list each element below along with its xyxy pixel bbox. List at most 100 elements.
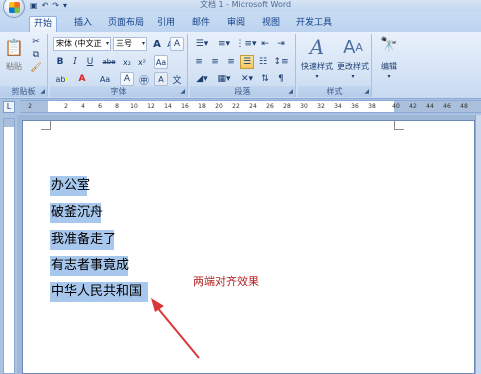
copy-icon[interactable]: ⧉ (30, 49, 42, 61)
multilevel-list-icon[interactable]: ⋮≡▾ (235, 37, 256, 51)
ruler-tick: 2 (64, 103, 68, 110)
ruler-left-margin (20, 101, 48, 112)
enclose-char-icon[interactable]: ㊥ (137, 72, 151, 87)
highlight-icon[interactable]: ab (53, 72, 71, 86)
chevron-down-icon: ▾ (141, 40, 145, 47)
text-line[interactable]: 有志者事竟成 (50, 256, 129, 276)
tab-page-layout[interactable]: 页面布局 (104, 16, 148, 32)
tab-mailings[interactable]: 邮件 (188, 16, 214, 32)
ruler-area: L 2 2 4 6 8 10 12 14 16 18 20 22 24 26 2… (0, 99, 481, 115)
font-size-select[interactable]: 三号 ▾ (113, 37, 147, 51)
styles-group: A 快速样式 ▾ AA 更改样式 ▾ 样式 ◢ (298, 34, 372, 97)
ruler-tick: 42 (409, 103, 417, 110)
paste-icon[interactable]: 📋 (4, 36, 24, 58)
chevron-down-icon: ▾ (315, 72, 319, 80)
ruler-tick: 4 (81, 103, 85, 110)
align-left-icon[interactable]: ≡ (192, 55, 206, 69)
chinese-layout-icon[interactable]: ✕▾ (238, 72, 256, 86)
subscript-button[interactable]: x₂ (120, 55, 134, 69)
dialog-launcher-icon[interactable]: ◢ (40, 88, 45, 95)
ruler-tick: 48 (460, 103, 468, 110)
quick-access-toolbar: ▣ ↶ ↷ ▾ (30, 0, 67, 12)
tab-developer[interactable]: 开发工具 (292, 16, 336, 32)
phonetic-guide-icon[interactable]: 文 (170, 72, 184, 86)
font-size-value: 三号 (116, 39, 132, 48)
quick-styles-icon[interactable]: A (304, 35, 330, 59)
font-color-icon[interactable]: A (74, 72, 90, 86)
horizontal-ruler[interactable]: 2 2 4 6 8 10 12 14 16 18 20 22 24 26 28 … (20, 100, 481, 113)
tab-view[interactable]: 视图 (258, 16, 284, 32)
ribbon-tabs: 开始 插入 页面布局 引用 邮件 审阅 视图 开发工具 (0, 12, 481, 32)
window-title: 文档 1 - Microsoft Word (200, 0, 292, 9)
vertical-ruler[interactable] (3, 118, 15, 374)
dialog-launcher-icon[interactable]: ◢ (364, 88, 369, 95)
quick-styles-button[interactable]: 快速样式 (298, 60, 336, 72)
strikethrough-button[interactable]: abe (100, 55, 118, 69)
ruler-tick: 44 (426, 103, 434, 110)
chevron-down-icon: ▾ (351, 72, 355, 80)
editing-group: 🔭 编辑 ▾ (374, 34, 404, 97)
vertical-ruler-top-margin (4, 119, 14, 127)
ruler-tick: 24 (249, 103, 257, 110)
office-logo-icon (9, 2, 20, 13)
undo-icon[interactable]: ↶ (42, 1, 49, 11)
superscript-button[interactable]: x² (135, 55, 149, 69)
chevron-down-icon[interactable]: ▾ (63, 1, 67, 11)
find-icon[interactable]: 🔭 (378, 36, 400, 54)
borders-icon[interactable]: ▦▾ (214, 72, 234, 86)
align-center-icon[interactable]: ≡ (208, 55, 222, 69)
ruler-tick: 46 (443, 103, 451, 110)
format-painter-icon[interactable]: 🖌 (30, 62, 42, 74)
tab-insert[interactable]: 插入 (70, 16, 96, 32)
case-button[interactable]: Aa (94, 72, 116, 86)
align-right-icon[interactable]: ≡ (224, 55, 238, 69)
tab-review[interactable]: 审阅 (223, 16, 249, 32)
increase-indent-icon[interactable]: ⇥ (274, 37, 288, 51)
margin-corner-mark (394, 120, 404, 130)
styles-group-label: 样式 (298, 86, 371, 97)
clear-format-button[interactable]: A (170, 37, 184, 51)
bullets-icon[interactable]: ☰▾ (192, 37, 212, 51)
paragraph-group: ☰▾ ≡▾ ⋮≡▾ ⇤ ⇥ ≡ ≡ ≡ ☰ ☷ ↕≡ ◢▾ ▦▾ ✕▾ ⇅ ¶ … (190, 34, 296, 97)
text-line[interactable]: 破釜沉舟 (50, 203, 103, 223)
sort-icon[interactable]: ⇅ (258, 72, 272, 86)
text-line[interactable]: 我准备走了 (50, 230, 116, 250)
char-shading-icon[interactable]: A (154, 72, 168, 86)
shading-icon[interactable]: ◢▾ (192, 72, 212, 86)
show-marks-icon[interactable]: ¶ (274, 72, 288, 86)
ruler-tick: 30 (300, 103, 308, 110)
ruler-tick: 16 (181, 103, 189, 110)
ruler-tick: 12 (147, 103, 155, 110)
redo-icon[interactable]: ↷ (52, 1, 59, 11)
font-name-select[interactable]: 宋体 (中文正 ▾ (53, 37, 111, 51)
clipboard-group: 📋 粘贴 ✂ ⧉ 🖌 剪贴板 ◢ (0, 34, 48, 97)
line-spacing-icon[interactable]: ↕≡ (272, 55, 290, 69)
cut-icon[interactable]: ✂ (30, 36, 42, 48)
italic-button[interactable]: I (68, 55, 82, 69)
decrease-indent-icon[interactable]: ⇤ (258, 37, 272, 51)
grow-font-button[interactable]: A (150, 37, 164, 51)
ruler-tick: 40 (392, 103, 400, 110)
bold-button[interactable]: B (53, 55, 67, 69)
dialog-launcher-icon[interactable]: ◢ (288, 88, 293, 95)
text-line[interactable]: 中华人民共和国 (50, 282, 148, 302)
tab-home[interactable]: 开始 (29, 16, 58, 32)
underline-button[interactable]: U (83, 55, 97, 69)
numbering-icon[interactable]: ≡▾ (214, 37, 234, 51)
tab-references[interactable]: 引用 (153, 16, 179, 32)
distributed-icon[interactable]: ☷ (256, 55, 270, 69)
save-icon[interactable]: ▣ (30, 1, 38, 11)
justify-icon[interactable]: ☰ (240, 55, 254, 69)
dialog-launcher-icon[interactable]: ◢ (180, 88, 185, 95)
editing-button[interactable]: 编辑 (374, 60, 404, 72)
change-styles-button[interactable]: 更改样式 (334, 60, 372, 72)
paste-button[interactable]: 粘贴 (2, 60, 26, 72)
char-border-icon[interactable]: A (120, 72, 134, 86)
tab-selector[interactable]: L (3, 101, 15, 113)
text-line[interactable]: 办公室 (50, 176, 90, 196)
change-case-icon[interactable]: Aa (154, 55, 168, 69)
vertical-scrollbar[interactable] (475, 115, 481, 374)
ruler-tick: 22 (232, 103, 240, 110)
change-styles-icon[interactable]: AA (340, 36, 366, 58)
ruler-tick: 26 (266, 103, 274, 110)
